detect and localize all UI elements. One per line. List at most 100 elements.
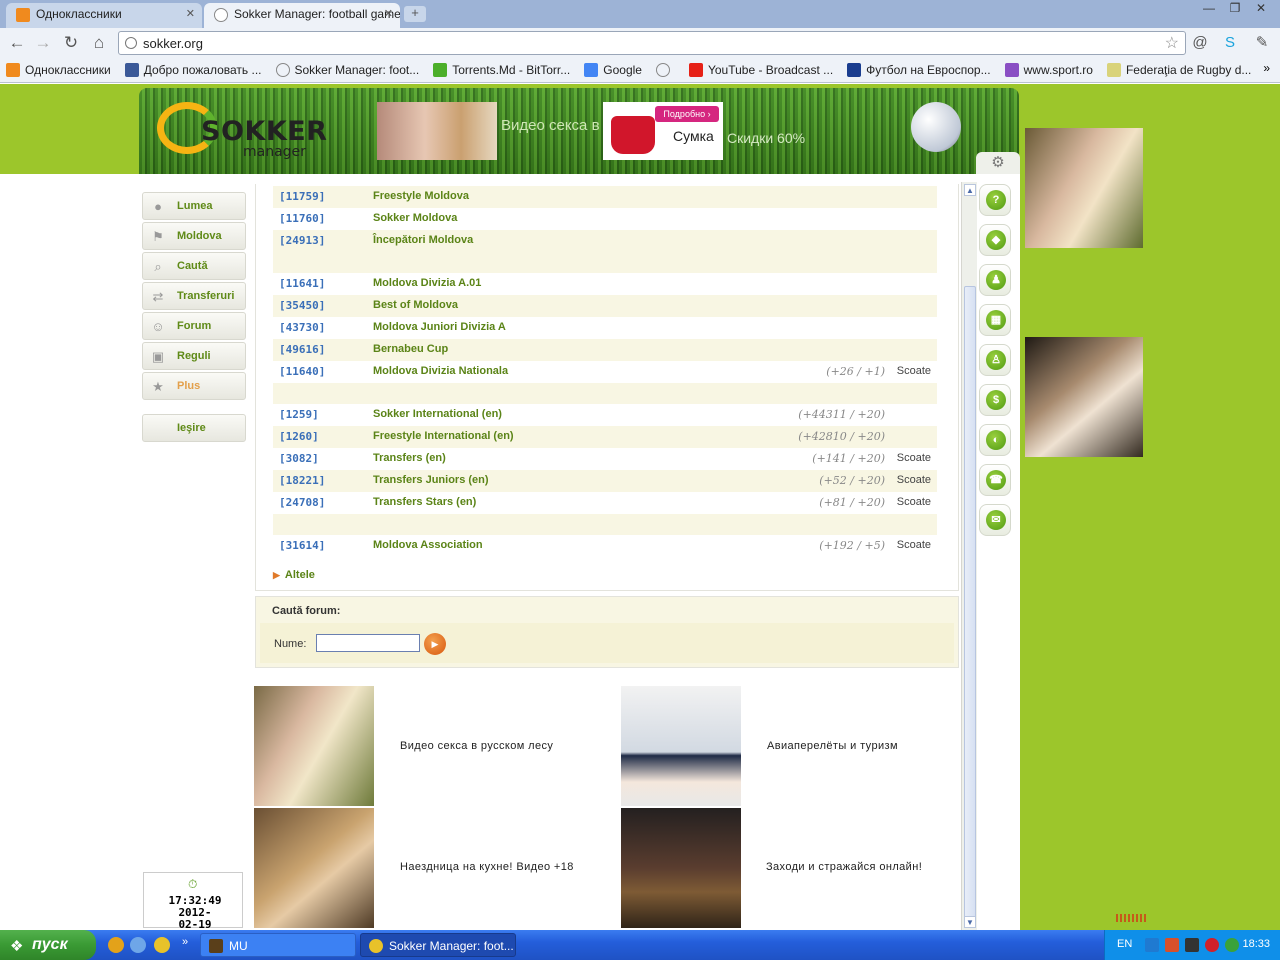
finances-button[interactable]: $ — [979, 384, 1011, 416]
taskbar-button-chrome[interactable]: Sokker Manager: foot... — [360, 933, 516, 957]
forum-name[interactable]: Freestyle International (en) — [373, 430, 514, 442]
forward-icon[interactable]: → — [32, 32, 54, 54]
forum-id[interactable]: [24913] — [279, 234, 325, 247]
bookmark-star-icon[interactable]: ☆ — [1165, 33, 1179, 53]
bookmark-sokker[interactable]: Sokker Manager: foot... — [275, 58, 419, 82]
forum-name[interactable]: Sokker International (en) — [373, 408, 502, 420]
forum-id[interactable]: [11640] — [279, 365, 325, 378]
sidebar-item-lumea[interactable]: ● Lumea — [142, 192, 246, 220]
banner-ad-text[interactable]: Скидки 60% — [727, 130, 805, 146]
close-icon[interactable]: ✕ — [384, 7, 393, 20]
tray-app-icon[interactable] — [1145, 938, 1159, 952]
forum-name[interactable]: Moldova Association — [373, 539, 483, 551]
forum-id[interactable]: [11641] — [279, 277, 325, 290]
forum-id[interactable]: [49616] — [279, 343, 325, 356]
page-scrollbar[interactable]: ▲ ▼ — [961, 182, 977, 930]
bookmark-untitled[interactable] — [655, 58, 675, 82]
help-button[interactable]: ? — [979, 184, 1011, 216]
chevron-right-icon[interactable]: » — [182, 936, 188, 948]
banner-ad-image[interactable] — [377, 102, 497, 160]
chrome-icon[interactable] — [154, 937, 170, 953]
sidebar-item-moldova[interactable]: ⚑ Moldova — [142, 222, 246, 250]
tab-odnoklassniki[interactable]: Одноклассники ✕ — [6, 3, 202, 28]
bookmark-google[interactable]: Google — [584, 58, 642, 82]
close-icon[interactable]: ✕ — [186, 7, 195, 20]
forum-name[interactable]: Transfers Stars (en) — [373, 496, 476, 508]
tray-app-icon[interactable] — [1185, 938, 1199, 952]
sidebar-item-reguli[interactable]: ▣ Reguli — [142, 342, 246, 370]
bookmark-odnoklassniki[interactable]: Одноклассники — [6, 58, 111, 82]
wrench-icon[interactable]: ✎ — [1252, 33, 1272, 53]
mail-button[interactable]: ✉ — [979, 504, 1011, 536]
sidebar-item-transferuri[interactable]: ⇄ Transferuri — [142, 282, 246, 310]
forum-row[interactable]: [11759] Freestyle Moldova — [273, 186, 937, 208]
home-icon[interactable]: ⌂ — [88, 32, 110, 54]
forum-id[interactable]: [1259] — [279, 408, 319, 421]
sidebar-item-plus[interactable]: ★ Plus — [142, 372, 246, 400]
mail-extension-icon[interactable]: @ — [1190, 33, 1210, 53]
search-submit-button[interactable]: ▶ — [424, 633, 446, 655]
address-bar[interactable]: sokker.org ☆ — [118, 31, 1186, 55]
ad-image[interactable] — [621, 808, 741, 928]
forum-remove-link[interactable]: Scoate — [897, 365, 931, 377]
new-tab-button[interactable]: + — [404, 6, 426, 22]
forum-row[interactable]: [49616] Bernabeu Cup — [273, 339, 937, 361]
ad-more-button[interactable]: Подробно › — [655, 106, 719, 122]
side-ad-image[interactable] — [1025, 337, 1143, 457]
site-logo[interactable]: SOKKER manager — [157, 100, 327, 160]
forum-name[interactable]: Începători Moldova — [373, 234, 473, 246]
forum-name[interactable]: Moldova Divizia Nationala — [373, 365, 508, 377]
ad-image[interactable] — [254, 808, 374, 928]
sidebar-item-cauta[interactable]: ⌕ Caută — [142, 252, 246, 280]
forum-id[interactable]: [18221] — [279, 474, 325, 487]
forum-row[interactable]: [31614] Moldova Association (+192 / +5) … — [273, 535, 937, 557]
forum-id[interactable]: [11760] — [279, 212, 325, 225]
forum-row[interactable]: [1260] Freestyle International (en) (+42… — [273, 426, 937, 448]
forum-row[interactable]: [3082] Transfers (en) (+141 / +20) Scoat… — [273, 448, 937, 470]
training-button[interactable]: ♙ — [979, 344, 1011, 376]
forum-name[interactable]: Sokker Moldova — [373, 212, 457, 224]
office-button[interactable]: ☎ — [979, 464, 1011, 496]
forum-id[interactable]: [1260] — [279, 430, 319, 443]
quicklaunch-app-icon[interactable] — [108, 937, 124, 953]
bookmark-youtube[interactable]: YouTube - Broadcast ... — [688, 58, 833, 82]
forum-id[interactable]: [11759] — [279, 190, 325, 203]
logout-button[interactable]: Ieşire — [142, 414, 246, 442]
forum-remove-link[interactable]: Scoate — [897, 474, 931, 486]
restore-icon[interactable]: ❐ — [1222, 0, 1248, 18]
start-button[interactable]: ❖ пуск — [0, 930, 96, 960]
reload-icon[interactable]: ↻ — [60, 32, 82, 54]
chevron-right-icon[interactable]: » — [1263, 61, 1270, 75]
players-button[interactable]: ♟ — [979, 264, 1011, 296]
back-icon[interactable]: ← — [6, 32, 28, 54]
ad-text[interactable]: Наездница на кухне! Видео +18 — [400, 861, 574, 873]
ad-text[interactable]: Заходи и стражайся онлайн! — [766, 861, 922, 873]
forum-row[interactable]: [11641] Moldova Divizia A.01 — [273, 273, 937, 295]
bag-ad-banner[interactable]: Подробно › Сумка — [603, 102, 723, 160]
scroll-down-icon[interactable]: ▼ — [964, 916, 976, 928]
bookmark-rugby[interactable]: Federaţia de Rugby d... — [1106, 58, 1251, 82]
ad-image[interactable] — [254, 686, 374, 806]
forum-id[interactable]: [35450] — [279, 299, 325, 312]
forum-row[interactable]: [11760] Sokker Moldova — [273, 208, 937, 230]
forum-id[interactable]: [24708] — [279, 496, 325, 509]
bookmark-sport-ro[interactable]: www.sport.ro — [1004, 58, 1093, 82]
forum-name[interactable]: Transfers (en) — [373, 452, 446, 464]
banner-ad-text[interactable]: Видео секса в — [501, 116, 600, 136]
skype-icon[interactable]: S — [1220, 33, 1240, 53]
bookmark-eurosport[interactable]: Футбол на Евроспор... — [847, 58, 991, 82]
forum-remove-link[interactable]: Scoate — [897, 539, 931, 551]
forum-name[interactable]: Bernabeu Cup — [373, 343, 448, 355]
utorrent-icon[interactable] — [1225, 938, 1239, 952]
side-ad-image[interactable] — [1025, 128, 1143, 248]
forum-name[interactable]: Moldova Divizia A.01 — [373, 277, 481, 289]
ad-text[interactable]: Авиаперелёты и туризм — [767, 740, 898, 752]
forum-row[interactable]: [35450] Best of Moldova — [273, 295, 937, 317]
forum-id[interactable]: [3082] — [279, 452, 319, 465]
forum-name[interactable]: Best of Moldova — [373, 299, 458, 311]
forum-name[interactable]: Transfers Juniors (en) — [373, 474, 489, 486]
forum-name[interactable]: Freestyle Moldova — [373, 190, 469, 202]
forum-name[interactable]: Moldova Juniori Divizia A — [373, 321, 506, 333]
bookmark-facebook[interactable]: Добро пожаловать ... — [124, 58, 262, 82]
tray-app-icon[interactable] — [1165, 938, 1179, 952]
